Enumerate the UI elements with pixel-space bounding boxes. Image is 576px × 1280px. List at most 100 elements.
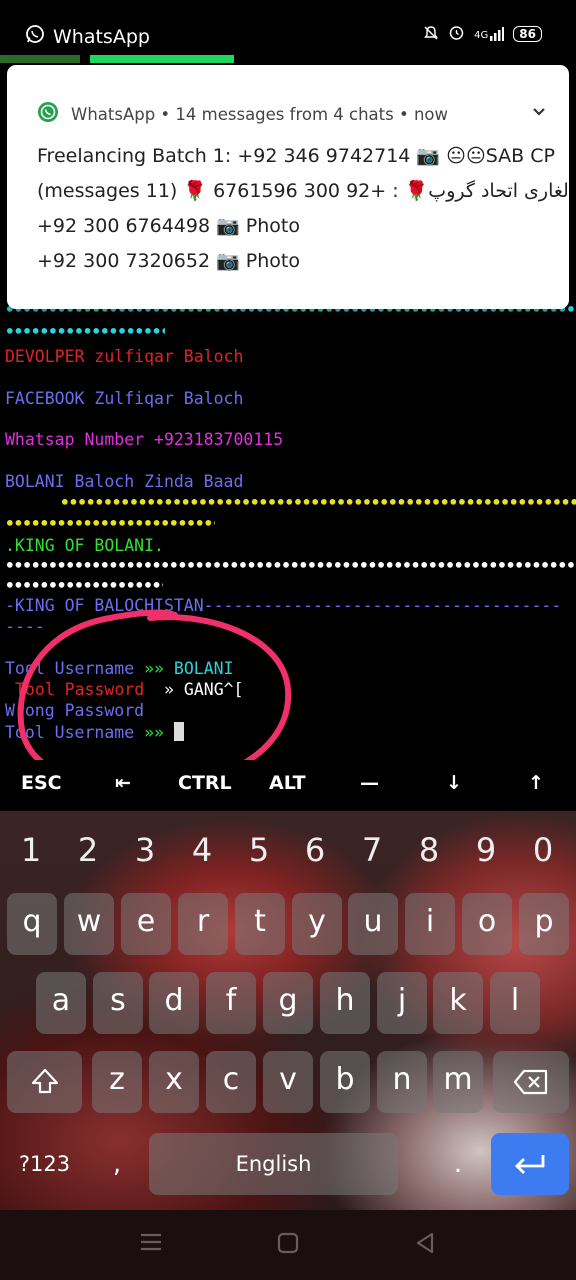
key-j[interactable]: j [377,972,427,1034]
key-4[interactable]: 4 [177,831,227,869]
battery-icon: 86 [513,26,542,42]
password-prompt: Tool Password » GANG^[ [15,680,244,699]
chevron-down-icon[interactable] [531,103,547,122]
text-cursor [173,722,184,741]
notification-header: WhatsApp • 14 messages from 4 chats • no… [37,101,448,127]
king-balochistan-line: -KING OF BALOCHISTAN--------------------… [5,596,562,615]
key-y[interactable]: y [292,893,342,955]
key-b[interactable]: b [320,1051,370,1113]
soft-keyboard: 1 2 3 4 5 6 7 8 9 0 q w e r t y u i o p … [0,811,576,1210]
tab-key[interactable]: ⇤ [115,772,131,794]
key-t[interactable]: t [235,893,285,955]
key-e[interactable]: e [121,893,171,955]
status-bar: WhatsApp 4G 86 [0,0,576,66]
shift-key[interactable] [7,1051,82,1113]
key-x[interactable]: x [149,1051,199,1113]
key-8[interactable]: 8 [404,831,454,869]
status-app: WhatsApp [25,24,150,49]
notification-message-3: +92 300 6764498 📷 Photo [37,215,300,237]
key-a[interactable]: a [36,972,86,1034]
key-s[interactable]: s [93,972,143,1034]
prompt-arrow-2: »» [144,723,164,742]
key-z[interactable]: z [92,1051,142,1113]
key-0[interactable]: 0 [518,831,568,869]
developer-line: DEVOLPER zulfiqar Baloch [5,347,244,366]
username-prompt: Tool Username »» BOLANI [5,659,234,678]
key-r[interactable]: r [178,893,228,955]
key-h[interactable]: h [320,972,370,1034]
progress-strip-left [0,55,80,63]
key-w[interactable]: w [64,893,114,955]
username-prompt-2[interactable]: Tool Username »» [5,722,184,742]
key-n[interactable]: n [377,1051,427,1113]
notification-message-2: (messages 11) 🌹 لغاری اتحاد گروپ🌹 : +92 … [37,180,576,202]
key-1[interactable]: 1 [6,831,56,869]
divider-cyan-cont: •••••••••••••••••••••• [5,322,165,341]
space-key[interactable]: English [149,1133,398,1195]
key-d[interactable]: d [149,972,199,1034]
key-7[interactable]: 7 [347,831,397,869]
key-v[interactable]: v [263,1051,313,1113]
status-app-name: WhatsApp [53,25,150,48]
key-i[interactable]: i [405,893,455,955]
divider-white: ••••••••••••••••••••••••••••••••••••••••… [5,556,576,575]
divider-yellow: ••••••••••••••••••••••••••••••••••••••••… [60,493,576,512]
king-bolani-line: .KING OF BOLANI. [5,536,164,555]
alt-key[interactable]: ALT [269,772,306,794]
ctrl-key[interactable]: CTRL [178,772,232,794]
password-label: Tool Password [15,680,145,699]
key-9[interactable]: 9 [461,831,511,869]
key-k[interactable]: k [433,972,483,1034]
esc-key[interactable]: ESC [21,772,62,794]
divider-yellow-cont: •••••••••••••••••••••••••••••• [5,514,215,533]
backspace-key[interactable] [493,1051,569,1113]
prompt-arrow: »» [144,659,164,678]
nav-home-icon[interactable] [277,1232,299,1258]
key-3[interactable]: 3 [120,831,170,869]
whatsapp-icon [25,24,53,49]
navigation-bar [0,1210,576,1280]
facebook-line: FACEBOOK Zulfiqar Baloch [5,389,244,408]
key-5[interactable]: 5 [234,831,284,869]
password-arrow: » [164,680,174,699]
progress-strip [90,55,234,63]
motto-line: BOLANI Baloch Zinda Baad [5,472,244,491]
key-q[interactable]: q [7,893,57,955]
king-balochistan-cont: ---- [5,617,45,636]
key-6[interactable]: 6 [290,831,340,869]
terminal[interactable]: ••••••••••••••••••••••••••••••••••••••••… [0,300,576,770]
whatsapp-line: Whatsap Number +923183700115 [5,430,284,449]
backspace-icon [513,1069,548,1095]
username-label-2: Tool Username [5,723,135,742]
key-p[interactable]: p [519,893,569,955]
key-f[interactable]: f [206,972,256,1034]
symbols-key[interactable]: ?123 [7,1133,82,1195]
key-c[interactable]: c [206,1051,256,1113]
username-label: Tool Username [5,659,135,678]
whatsapp-notification[interactable]: WhatsApp • 14 messages from 4 chats • no… [7,65,576,309]
arrow-up-key[interactable]: ↑ [528,772,544,794]
enter-icon [515,1155,545,1174]
status-icons: 4G 86 [423,24,542,44]
key-g[interactable]: g [263,972,313,1034]
signal-icon: 4G [474,27,505,41]
comma-key[interactable]: , [92,1133,142,1195]
arrow-down-key[interactable]: ↓ [446,772,462,794]
key-o[interactable]: o [462,893,512,955]
wrong-password-line: Wrong Password [5,701,145,720]
nav-back-icon[interactable] [414,1232,436,1258]
network-type: 4G [474,30,489,41]
period-key[interactable]: . [433,1133,483,1195]
key-m[interactable]: m [433,1051,483,1113]
shift-icon [31,1068,58,1094]
notification-summary: WhatsApp • 14 messages from 4 chats • no… [71,104,449,124]
divider-white-cont: •••••••••••••••••••••• [5,576,163,595]
key-l[interactable]: l [490,972,540,1034]
key-2[interactable]: 2 [63,831,113,869]
nav-menu-icon[interactable] [140,1232,162,1256]
dash-key[interactable]: — [360,772,379,794]
alarm-icon [448,24,465,44]
key-u[interactable]: u [348,893,398,955]
enter-key[interactable] [491,1133,569,1195]
username-value: BOLANI [173,659,234,678]
